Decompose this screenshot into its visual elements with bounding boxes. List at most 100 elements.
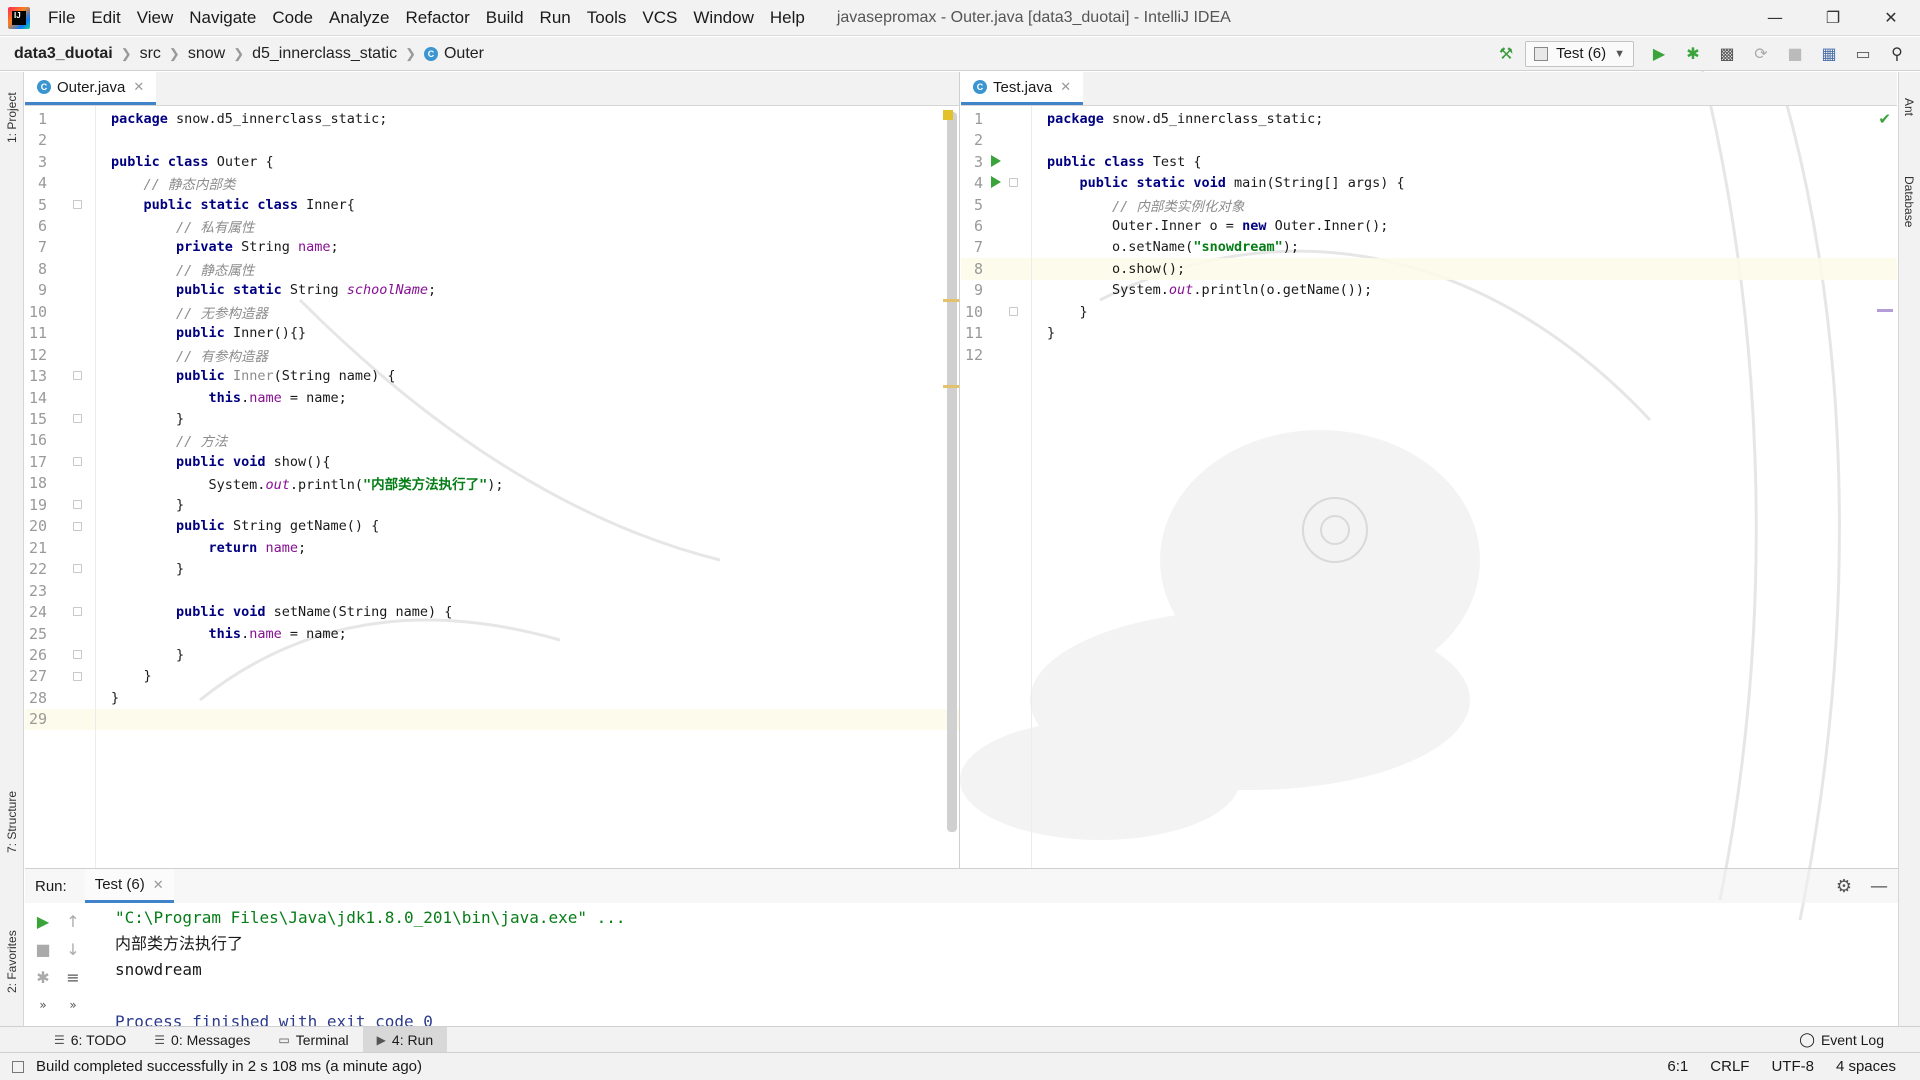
arrow-down-icon[interactable]: ↓: [61, 937, 85, 961]
code-line[interactable]: 1 package snow.d5_innerclass_static;: [25, 108, 959, 129]
ant-tool-tab[interactable]: Ant: [1898, 82, 1920, 132]
code-line[interactable]: 2: [25, 129, 959, 150]
favorites-tool-tab[interactable]: 2: Favorites: [0, 912, 24, 1012]
code-line[interactable]: 14 this.name = name;: [25, 387, 959, 408]
fold-marker-icon[interactable]: [73, 371, 82, 381]
restore-button[interactable]: ❐: [1804, 0, 1862, 36]
code-line[interactable]: 5 public static class Inner{: [25, 194, 959, 215]
breadcrumb-package[interactable]: d5_innerclass_static: [252, 45, 397, 63]
close-icon[interactable]: ✕: [153, 877, 164, 893]
run-icon[interactable]: ▶: [1644, 40, 1674, 68]
fold-marker-icon[interactable]: [1009, 178, 1018, 188]
code-line[interactable]: 3 public class Outer {: [25, 151, 959, 172]
menu-analyze[interactable]: Analyze: [321, 0, 397, 36]
fold-marker-icon[interactable]: [73, 564, 82, 574]
code-line[interactable]: 23: [25, 580, 959, 601]
project-structure-icon[interactable]: ▦: [1814, 40, 1844, 68]
code-line[interactable]: 10 }: [961, 301, 1897, 322]
code-line[interactable]: 11 public Inner(){}: [25, 323, 959, 344]
gear-icon[interactable]: ⚙: [1836, 876, 1852, 897]
menu-edit[interactable]: Edit: [83, 0, 128, 36]
caret-position[interactable]: 6:1: [1667, 1058, 1688, 1075]
tab-test-java[interactable]: C Test.java ✕: [961, 72, 1084, 105]
code-line[interactable]: 3 public class Test {: [961, 151, 1897, 172]
more-icon[interactable]: »: [31, 993, 55, 1017]
coverage-icon[interactable]: ▩: [1712, 40, 1742, 68]
code-line[interactable]: 10 // 无参构造器: [25, 301, 959, 322]
code-line[interactable]: 8 // 静态属性: [25, 258, 959, 279]
code-line[interactable]: 26 }: [25, 644, 959, 665]
code-line[interactable]: 20 public String getName() {: [25, 516, 959, 537]
menu-view[interactable]: View: [129, 0, 182, 36]
structure-tool-tab[interactable]: 7: Structure: [0, 772, 24, 872]
menu-window[interactable]: Window: [685, 0, 761, 36]
more-icon[interactable]: »: [61, 993, 85, 1017]
code-line[interactable]: 1 package snow.d5_innerclass_static;: [961, 108, 1897, 129]
todo-tab[interactable]: ☰ 6: TODO: [40, 1027, 140, 1053]
code-line[interactable]: 8 o.show();: [961, 258, 1897, 280]
arrow-up-icon[interactable]: ↑: [61, 909, 85, 933]
code-line[interactable]: 13 public Inner(String name) {: [25, 365, 959, 386]
code-line[interactable]: 7 private String name;: [25, 237, 959, 258]
menu-refactor[interactable]: Refactor: [397, 0, 477, 36]
code-line[interactable]: 25 this.name = name;: [25, 623, 959, 644]
file-encoding[interactable]: UTF-8: [1771, 1058, 1814, 1075]
code-line[interactable]: 16 // 方法: [25, 430, 959, 451]
code-line[interactable]: 11}: [961, 323, 1897, 344]
code-line[interactable]: 4 // 静态内部类: [25, 172, 959, 193]
menu-tools[interactable]: Tools: [579, 0, 635, 36]
code-line[interactable]: 19 }: [25, 494, 959, 515]
debug-icon[interactable]: ✱: [1678, 40, 1708, 68]
profile-icon[interactable]: ⟳: [1746, 40, 1776, 68]
code-line[interactable]: 5 // 内部类实例化对象: [961, 194, 1897, 215]
code-line[interactable]: 12 // 有参构造器: [25, 344, 959, 365]
rerun-icon[interactable]: ▶: [31, 909, 55, 933]
breadcrumb-src[interactable]: src: [140, 45, 161, 63]
code-line[interactable]: 28}: [25, 687, 959, 708]
minimize-icon[interactable]: —: [1870, 876, 1888, 897]
menu-code[interactable]: Code: [264, 0, 321, 36]
code-line[interactable]: 4 public static void main(String[] args)…: [961, 172, 1897, 193]
close-icon[interactable]: ✕: [1060, 79, 1071, 95]
stop-icon[interactable]: ■: [31, 937, 55, 961]
breadcrumb-class[interactable]: Outer: [444, 45, 484, 63]
code-line[interactable]: 29: [25, 708, 959, 731]
database-tool-tab[interactable]: Database: [1898, 152, 1920, 252]
fold-marker-icon[interactable]: [73, 500, 82, 510]
close-button[interactable]: ✕: [1862, 0, 1920, 36]
run-gutter-icon[interactable]: [991, 176, 1001, 189]
code-line[interactable]: 15 }: [25, 408, 959, 429]
console-output[interactable]: "C:\Program Files\Java\jdk1.8.0_201\bin\…: [115, 905, 1884, 1027]
code-area[interactable]: 1 package snow.d5_innerclass_static; 2 3 pub…: [25, 106, 959, 868]
fold-marker-icon[interactable]: [73, 650, 82, 660]
minimize-button[interactable]: —: [1746, 0, 1804, 36]
menu-file[interactable]: File: [40, 0, 83, 36]
line-separator[interactable]: CRLF: [1710, 1058, 1749, 1075]
code-line[interactable]: 27 }: [25, 666, 959, 687]
menu-run[interactable]: Run: [532, 0, 579, 36]
fold-marker-icon[interactable]: [73, 457, 82, 467]
terminal-tab[interactable]: ▭ Terminal: [264, 1027, 362, 1053]
run-gutter-icon[interactable]: [991, 154, 1001, 167]
terminal-window-icon[interactable]: ▭: [1848, 40, 1878, 68]
menu-help[interactable]: Help: [762, 0, 813, 36]
code-line[interactable]: 6 // 私有属性: [25, 215, 959, 236]
code-line[interactable]: 22 }: [25, 558, 959, 579]
code-line[interactable]: 24 public void setName(String name) {: [25, 601, 959, 622]
settings-icon[interactable]: ✱: [31, 965, 55, 989]
search-icon[interactable]: ⚲: [1882, 40, 1912, 68]
menu-build[interactable]: Build: [478, 0, 532, 36]
fold-marker-icon[interactable]: [73, 199, 82, 209]
code-line[interactable]: 21 return name;: [25, 537, 959, 558]
run-tab-test[interactable]: Test (6) ✕: [84, 869, 174, 903]
run-config-selector[interactable]: Test (6) ▼: [1525, 40, 1634, 67]
code-line[interactable]: 7 o.setName("snowdream");: [961, 237, 1897, 258]
build-hammer-icon[interactable]: ⚒: [1491, 40, 1521, 68]
code-line[interactable]: 12: [961, 344, 1897, 365]
tab-outer-java[interactable]: C Outer.java ✕: [25, 72, 157, 105]
messages-tab[interactable]: ☰ 0: Messages: [140, 1027, 264, 1053]
indent-setting[interactable]: 4 spaces: [1836, 1058, 1896, 1075]
code-area[interactable]: 1 package snow.d5_innerclass_static; 2 3 pub…: [961, 106, 1897, 868]
stop-icon[interactable]: ■: [1780, 40, 1810, 68]
code-line[interactable]: 9 public static String schoolName;: [25, 280, 959, 301]
